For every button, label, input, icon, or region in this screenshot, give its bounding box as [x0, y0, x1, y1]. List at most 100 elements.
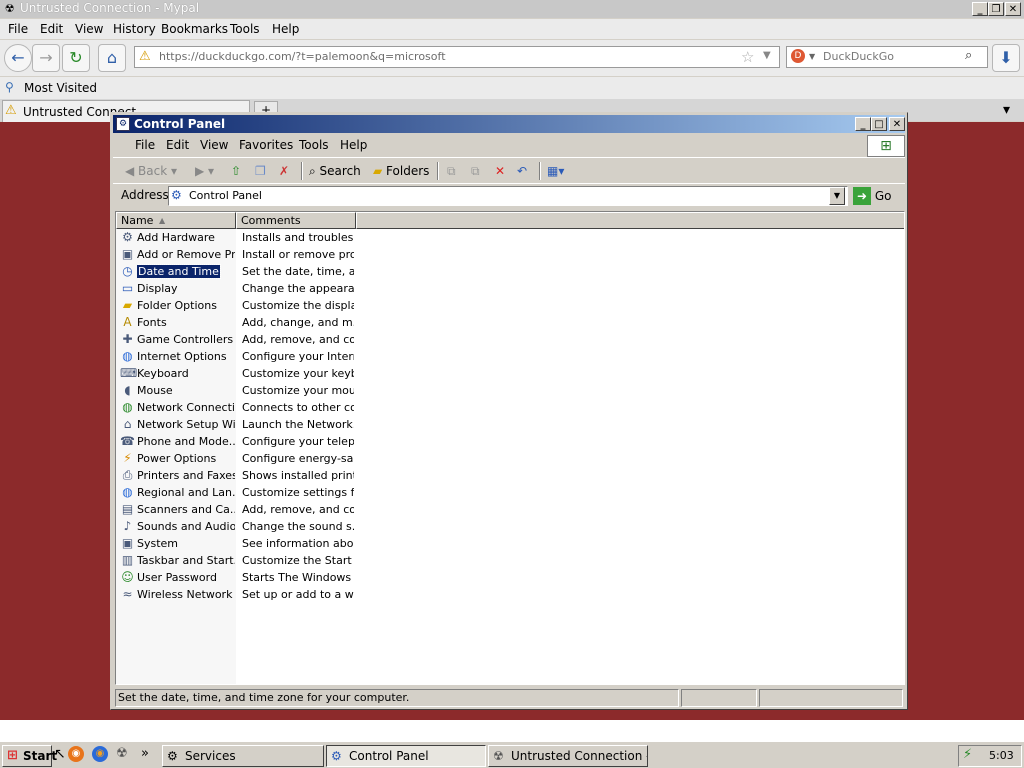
- control-panel-title-bar[interactable]: ⚙ Control Panel _ □ ✕: [113, 115, 905, 133]
- list-item[interactable]: ⌨Keyboard Customize your keyb...: [116, 365, 896, 382]
- cp-maximize-button[interactable]: □: [871, 117, 887, 131]
- control-panel-window: ⚙ Control Panel _ □ ✕ File Edit View Fav…: [110, 112, 908, 710]
- list-item[interactable]: ▭ Display Change the appeara...: [116, 280, 896, 297]
- list-item[interactable]: ✚ Game Controllers Add, remove, and co...: [116, 331, 896, 348]
- cp-menu-favorites[interactable]: Favorites: [239, 138, 293, 152]
- engine-dropdown-icon[interactable]: ▼: [809, 52, 815, 61]
- up-folder-button[interactable]: ⇧: [231, 162, 241, 180]
- list-item[interactable]: ⚡ Power Options Configure energy-sa...: [116, 450, 896, 467]
- close-icon: ✕: [495, 164, 506, 178]
- list-item[interactable]: ♪ Sounds and Audio... Change the sound s..…: [116, 518, 896, 535]
- cp-menu-help[interactable]: Help: [340, 138, 367, 152]
- restore-button[interactable]: ❐: [988, 2, 1004, 16]
- back-button[interactable]: ←: [4, 44, 32, 72]
- forward-button[interactable]: ▶ ▾: [195, 162, 214, 180]
- item-comment: Set the date, time, a...: [242, 265, 354, 278]
- forward-button[interactable]: →: [32, 44, 60, 72]
- search-button[interactable]: ⌕ Search: [309, 162, 361, 180]
- item-comment: Starts The Windows ...: [242, 571, 354, 584]
- clock[interactable]: 5:03: [989, 749, 1014, 762]
- downloads-button[interactable]: ⬇: [992, 44, 1020, 72]
- cp-menu-edit[interactable]: Edit: [166, 138, 189, 152]
- item-name: Sounds and Audio...: [137, 520, 235, 533]
- menu-edit[interactable]: Edit: [40, 22, 63, 36]
- go-button[interactable]: ➜ Go: [853, 186, 891, 206]
- list-item[interactable]: ◍ Regional and Lan... Customize settings f…: [116, 484, 896, 501]
- list-item[interactable]: ☎ Phone and Mode... Configure your telep..…: [116, 433, 896, 450]
- cp-close-button[interactable]: ✕: [889, 117, 905, 131]
- item-name: Taskbar and Start...: [137, 554, 235, 567]
- item-name: Scanners and Ca...: [137, 503, 235, 516]
- address-dropdown-icon[interactable]: ▼: [829, 187, 845, 205]
- list-item[interactable]: ▰ Folder Options Customize the displa...: [116, 297, 896, 314]
- address-input[interactable]: ⚙ Control Panel ▼: [168, 186, 848, 206]
- dropdown-icon[interactable]: ▼: [763, 50, 771, 61]
- network-setup-icon: ⌂: [123, 417, 132, 431]
- item-name: Network Setup Wi...: [137, 418, 235, 431]
- column-comments-header[interactable]: Comments: [236, 212, 356, 229]
- menu-file[interactable]: File: [8, 22, 28, 36]
- all-tabs-button[interactable]: ▾: [1003, 102, 1010, 118]
- menu-help[interactable]: Help: [272, 22, 299, 36]
- task-services[interactable]: ⚙ Services: [162, 745, 324, 767]
- up-folder-icon: ⇧: [231, 164, 242, 178]
- home-button[interactable]: ⌂: [98, 44, 126, 72]
- list-item[interactable]: ⚙ Add Hardware Installs and troublesh...: [116, 229, 896, 246]
- minimize-button[interactable]: _: [972, 2, 988, 16]
- list-item[interactable]: ▤ Scanners and Ca... Add, remove, and co..…: [116, 501, 896, 518]
- item-comment: Customize your keyb...: [242, 367, 354, 380]
- task-control-panel[interactable]: ⚙ Control Panel: [326, 745, 486, 767]
- cp-minimize-button[interactable]: _: [855, 117, 871, 131]
- item-comment: Install or remove pro...: [242, 248, 354, 261]
- list-item[interactable]: ▣ Add or Remove Pr... Install or remove pr…: [116, 246, 896, 263]
- cp-menu-view[interactable]: View: [200, 138, 228, 152]
- menu-tools[interactable]: Tools: [230, 22, 260, 36]
- task-untrusted-connection[interactable]: ☢ Untrusted Connection - M...: [488, 745, 648, 767]
- list-item[interactable]: ◍ Network Connecti... Connects to other co…: [116, 399, 896, 416]
- close-button[interactable]: ✕: [1005, 2, 1021, 16]
- copy-button[interactable]: ❐: [255, 162, 266, 180]
- add-remove-icon: ▣: [121, 247, 134, 261]
- clock-icon: ◷: [122, 264, 133, 278]
- network-tray-icon[interactable]: ⚡: [963, 747, 972, 762]
- list-item[interactable]: ▣ System See information abo...: [116, 535, 896, 552]
- globe-icon: ◍: [122, 349, 133, 363]
- file-list-view[interactable]: Name ▲ Comments ⚙ Add Hardware Installs an…: [115, 211, 905, 685]
- browser-title: Untrusted Connection - Mypal: [20, 1, 200, 15]
- menu-bookmarks[interactable]: Bookmarks: [161, 22, 228, 36]
- undo-button[interactable]: ↶: [517, 162, 527, 180]
- list-item[interactable]: ≈ Wireless Network ... Set up or add to a …: [116, 586, 896, 603]
- list-item[interactable]: ◖ Mouse Customize your mous...: [116, 382, 896, 399]
- list-item[interactable]: A Fonts Add, change, and m...: [116, 314, 896, 331]
- delete-button[interactable]: ✗: [279, 162, 289, 180]
- menu-history[interactable]: History: [113, 22, 156, 36]
- move-to-button[interactable]: ⧉: [447, 162, 456, 180]
- list-item[interactable]: ▥ Taskbar and Start... Customize the Start…: [116, 552, 896, 569]
- start-button[interactable]: ⊞ Start: [2, 745, 57, 767]
- home-icon: ⌂: [106, 48, 118, 67]
- back-button[interactable]: ◀ Back ▾: [125, 162, 177, 180]
- quicklaunch-overflow-button[interactable]: »: [141, 746, 149, 761]
- list-item[interactable]: ☺ User Password Starts The Windows ...: [116, 569, 896, 586]
- cp-menu-file[interactable]: File: [135, 138, 155, 152]
- list-item[interactable]: ◷ Date and Time Set the date, time, a...: [116, 263, 896, 280]
- list-item[interactable]: ⎙ Printers and Faxes Shows installed print…: [116, 467, 896, 484]
- list-item[interactable]: ⌂ Network Setup Wi... Launch the Network..…: [116, 416, 896, 433]
- delete-x-button[interactable]: ✕: [495, 162, 505, 180]
- menu-view[interactable]: View: [75, 22, 103, 36]
- reload-button[interactable]: ↻: [62, 44, 90, 72]
- star-icon[interactable]: ☆: [741, 48, 754, 66]
- views-button[interactable]: ▦▾: [547, 162, 564, 180]
- firefox-quicklaunch-icon[interactable]: ◉: [92, 746, 108, 762]
- column-name-header[interactable]: Name ▲: [116, 212, 236, 229]
- url-bar[interactable]: ⚠ https://duckduckgo.com/?t=palemoon&q=m…: [134, 46, 780, 68]
- search-bar[interactable]: D ▼ DuckDuckGo ⌕: [786, 46, 988, 68]
- folders-button[interactable]: ▰ Folders: [373, 162, 429, 180]
- copy-to-button[interactable]: ⧉: [471, 162, 480, 180]
- browser-quicklaunch-icon[interactable]: ◉: [68, 746, 84, 762]
- list-item[interactable]: ◍ Internet Options Configure your Intern..…: [116, 348, 896, 365]
- mypal-quicklaunch-icon[interactable]: ☢: [116, 746, 128, 761]
- bookmark-most-visited[interactable]: Most Visited: [24, 81, 97, 95]
- cp-menu-tools[interactable]: Tools: [299, 138, 329, 152]
- search-icon[interactable]: ⌕: [965, 48, 972, 63]
